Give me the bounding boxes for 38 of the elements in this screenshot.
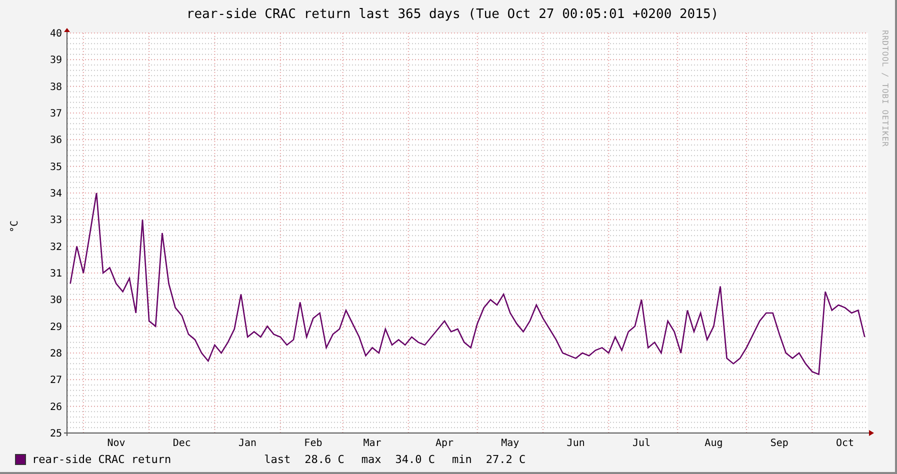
axis-tick-label: 26 (50, 402, 62, 413)
axis-tick-label: Mar (363, 438, 382, 448)
axis-tick-label: Nov (107, 438, 126, 448)
axis-tick-label: Dec (172, 438, 191, 448)
axis-tick-label: Jul (632, 438, 651, 448)
axis-tick-label: Jan (238, 438, 257, 448)
axis-tick-label: 32 (50, 242, 62, 253)
axis-tick-label: Apr (436, 438, 454, 448)
axis-tick-label: May (501, 438, 520, 448)
axis-tick-label: Oct (836, 438, 854, 448)
axis-tick-label: Aug (704, 438, 723, 448)
axis-tick-label: 30 (50, 295, 62, 306)
stat-value: 28.6 C (304, 452, 344, 466)
axis-tick-label: 34 (50, 188, 62, 200)
legend-label: rear-side CRAC return (32, 452, 172, 466)
axis-tick-label: 25 (50, 428, 62, 440)
axis-tick-label: 39 (50, 55, 62, 66)
stat-label: last (264, 452, 291, 466)
axis-tick-label: 35 (50, 162, 62, 173)
chart-title: rear-side CRAC return last 365 days (Tue Oct 27 00:05:01 +0200 2015) (185, 6, 720, 24)
axis-tick-label: 37 (50, 108, 62, 120)
axis-tick-label: 36 (50, 135, 62, 146)
axis-tick-label: Jun (566, 438, 585, 448)
axis-tick-label: 31 (50, 268, 62, 280)
axis-tick-label: 33 (50, 215, 62, 226)
axis-tick-label: 27 (50, 375, 62, 386)
axis-tick-label: 28 (50, 348, 62, 360)
axis-tick-label: 38 (50, 82, 62, 93)
stat-label: max (361, 452, 382, 466)
y-axis-label: °C (10, 220, 20, 232)
axis-tick-label: 29 (50, 322, 62, 333)
stat-value: 27.2 C (486, 452, 526, 466)
axis-tick-label: Feb (304, 438, 322, 448)
axis-tick-label: Sep (770, 438, 788, 448)
stat-label: min (452, 452, 472, 466)
axis-tick-label: 40 (50, 28, 62, 40)
stat-value: 34.0 C (395, 452, 435, 466)
credit-text: RRDTOOL / TOBI OETIKER (880, 30, 890, 147)
